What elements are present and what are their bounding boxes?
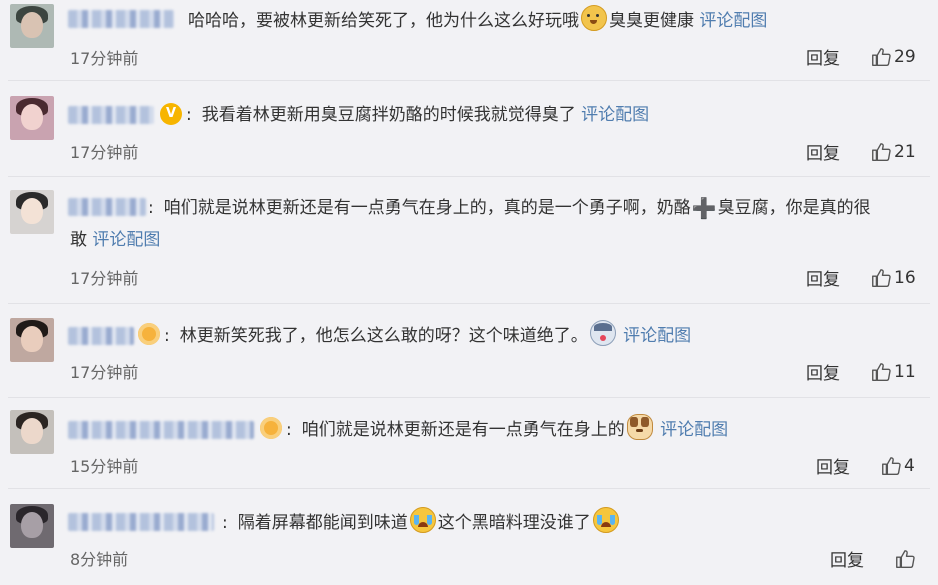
reply-button[interactable]: 回复 — [830, 546, 864, 571]
reply-button[interactable]: 回复 — [806, 265, 840, 290]
username[interactable] — [68, 513, 214, 531]
comment-body-tail: 臭臭更健康 — [609, 11, 694, 31]
timestamp: 17分钟前 — [70, 49, 139, 68]
comment-text: : 林更新笑死我了，他怎么这么敢的呀？这个味道绝了。 评论配图 — [164, 320, 691, 351]
comment-text: 哈哈哈，要被林更新给笑死了，他为什么这么好玩哦 臭臭更健康 评论配图 — [188, 5, 767, 36]
reply-button[interactable]: 回复 — [806, 44, 840, 69]
thumbs-up-icon — [894, 548, 916, 570]
comment-body: 隔着屏幕都能闻到味道 — [237, 513, 408, 533]
divider — [8, 488, 930, 489]
comment-text: : 我看着林更新用臭豆腐拌奶酪的时候我就觉得臭了 评论配图 — [186, 105, 650, 125]
comment-body-cont: 这个黑暗料理没谁了 — [437, 513, 591, 533]
divider — [8, 80, 930, 81]
plus-icon: ➕ — [691, 196, 717, 220]
divider — [8, 397, 930, 398]
thumbs-up-icon — [870, 361, 892, 383]
username[interactable] — [68, 10, 174, 28]
reply-button[interactable]: 回复 — [806, 139, 840, 164]
like-count: 4 — [904, 456, 915, 476]
thumbs-up-icon — [880, 455, 902, 477]
comment-image-link[interactable]: 评论配图 — [660, 420, 728, 440]
doge-emoji-icon — [581, 5, 607, 31]
username[interactable] — [68, 106, 154, 124]
comment-text-line2: 敢 评论配图 — [70, 225, 160, 255]
avatar[interactable] — [10, 504, 54, 548]
like-count: 29 — [894, 47, 916, 67]
crying-laugh-emoji-icon — [592, 507, 619, 533]
thumbs-up-icon — [870, 267, 892, 289]
member-badge-icon — [260, 417, 282, 439]
comment-image-link[interactable]: 评论配图 — [623, 326, 691, 346]
timestamp: 17分钟前 — [70, 143, 139, 162]
avatar[interactable] — [10, 4, 54, 48]
username[interactable] — [68, 421, 254, 439]
comment-image-link[interactable]: 评论配图 — [699, 11, 767, 31]
comment-text: : 咱们就是说林更新还是有一点勇气在身上的，真的是一个勇子啊，奶酪➕臭豆腐，你是真… — [148, 193, 871, 223]
thumbs-up-icon — [870, 46, 892, 68]
comment-image-link[interactable]: 评论配图 — [92, 230, 160, 250]
comment-body-end: 敢 — [70, 230, 87, 250]
crying-laugh-emoji-icon — [409, 507, 436, 533]
cat-emoji-icon — [626, 414, 653, 440]
username[interactable] — [68, 327, 134, 345]
husky-emoji-icon — [589, 320, 616, 346]
thumbs-up-icon — [870, 141, 892, 163]
like-count: 16 — [894, 268, 916, 288]
comment-body: 林更新笑死我了，他怎么这么敢的呀？这个味道绝了。 — [179, 326, 588, 346]
divider — [8, 303, 930, 304]
timestamp: 17分钟前 — [70, 269, 139, 288]
comment-body-cont: 臭豆腐，你是真的很 — [717, 198, 871, 218]
reply-button[interactable]: 回复 — [816, 453, 850, 478]
comment-body: 我看着林更新用臭豆腐拌奶酪的时候我就觉得臭了 — [201, 105, 576, 125]
avatar[interactable] — [10, 190, 54, 234]
comment-body: 哈哈哈，要被林更新给笑死了，他为什么这么好玩哦 — [188, 11, 579, 31]
avatar[interactable] — [10, 318, 54, 362]
comment-text: : 隔着屏幕都能闻到味道 这个黑暗料理没谁了 — [222, 507, 621, 538]
reply-button[interactable]: 回复 — [806, 359, 840, 384]
timestamp: 8分钟前 — [70, 550, 129, 569]
like-count: 11 — [894, 362, 916, 382]
member-badge-icon — [138, 323, 160, 345]
comment-image-link[interactable]: 评论配图 — [581, 105, 649, 125]
avatar[interactable] — [10, 410, 54, 454]
comment-text: : 咱们就是说林更新还是有一点勇气在身上的 评论配图 — [286, 414, 728, 445]
verified-badge-icon: V — [160, 103, 182, 125]
divider — [8, 176, 930, 177]
comment-body: 咱们就是说林更新还是有一点勇气在身上的，真的是一个勇子啊，奶酪 — [163, 198, 691, 218]
avatar[interactable] — [10, 96, 54, 140]
like-count: 21 — [894, 142, 916, 162]
timestamp: 15分钟前 — [70, 457, 139, 476]
comment-body: 咱们就是说林更新还是有一点勇气在身上的 — [301, 420, 625, 440]
username[interactable] — [68, 198, 146, 216]
timestamp: 17分钟前 — [70, 363, 139, 382]
